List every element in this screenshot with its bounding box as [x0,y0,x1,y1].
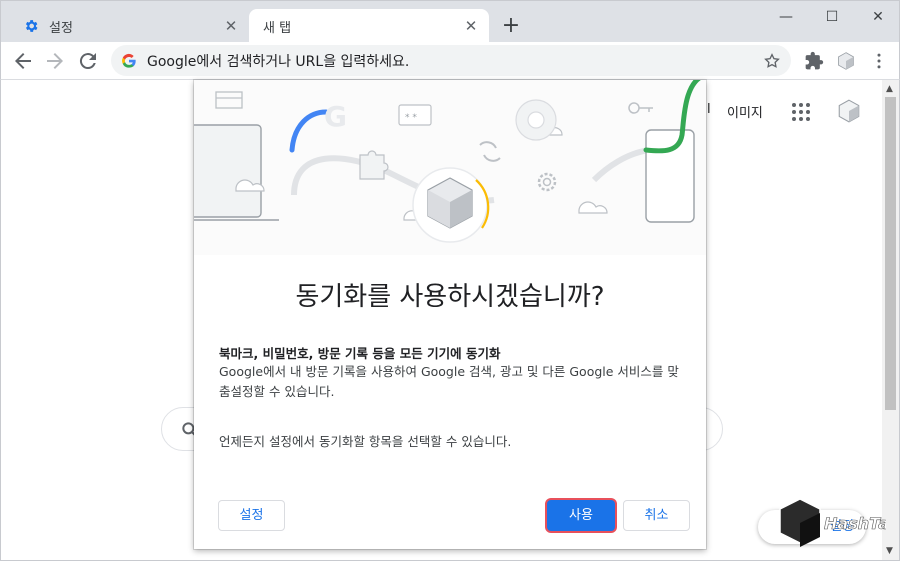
tab-settings-label: 설정 [49,20,73,36]
gear-icon [25,20,38,32]
close-icon[interactable]: ✕ [463,18,479,34]
cancel-button[interactable]: 취소 [623,500,690,531]
account-avatar-icon[interactable] [836,98,862,124]
address-text: Google에서 검색하거나 URL을 입력하세요. [147,53,410,70]
forward-arrow-icon[interactable] [43,49,67,73]
tab-new-tab[interactable]: 새 탭 ✕ [249,9,489,43]
sync-illustration: G * * [194,80,706,255]
close-icon[interactable]: ✕ [223,18,239,34]
tab-new-tab-label: 새 탭 [263,20,292,36]
sync-dialog: G * * 동기화를 사용하시겠습니까? 북마크, 비밀번호, 방문 기록 등을… [194,80,706,549]
scrollbar-thumb[interactable] [885,97,896,410]
browser-toolbar: Google에서 검색하거나 URL을 입력하세요. [0,42,900,80]
tab-strip: 설정 ✕ 새 탭 ✕ + — ☐ ✕ [0,0,900,43]
dialog-note: 언제든지 설정에서 동기화할 항목을 선택할 수 있습니다. [219,434,512,449]
svg-text:* *: * * [405,113,417,123]
back-arrow-icon[interactable] [11,49,35,73]
use-sync-button[interactable]: 사용 [547,500,615,531]
maximize-button[interactable]: ☐ [809,5,855,29]
svg-text:G: G [324,100,347,133]
window-close-button[interactable]: ✕ [855,5,900,29]
new-tab-button[interactable]: + [499,15,523,39]
gmail-link[interactable]: l [707,102,711,117]
dialog-description: Google에서 내 방문 기록을 사용하여 Google 검색, 광고 및 다… [219,364,679,399]
scrollbar[interactable]: ▲ ▼ [882,80,899,560]
settings-button[interactable]: 설정 [218,500,285,531]
profile-avatar-icon[interactable] [836,51,856,71]
reload-icon[interactable] [76,49,100,73]
kebab-menu-icon[interactable] [869,51,889,71]
images-link[interactable]: 이미지 [727,102,763,121]
google-g-icon [122,53,136,68]
watermark-text: HashTag [824,514,886,533]
dialog-subtitle: 북마크, 비밀번호, 방문 기록 등을 모든 기기에 동기화 [219,346,501,361]
address-bar[interactable]: Google에서 검색하거나 URL을 입력하세요. [111,45,791,76]
scroll-up-arrow-icon[interactable]: ▲ [886,84,893,94]
tab-settings[interactable]: 설정 ✕ [9,9,249,43]
minimize-button[interactable]: — [763,5,809,29]
star-icon[interactable] [763,52,781,70]
puzzle-extension-icon[interactable] [804,51,824,71]
dialog-title: 동기화를 사용하시겠습니까? [295,282,605,312]
apps-grid-icon[interactable] [791,102,811,122]
scroll-down-arrow-icon[interactable]: ▼ [886,546,893,556]
hashtag-watermark-logo: HashTag [779,498,886,547]
